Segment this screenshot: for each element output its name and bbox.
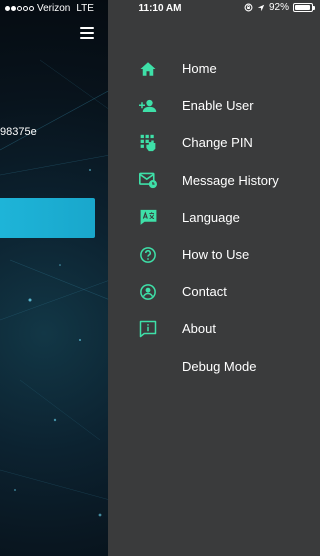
menu-item-contact[interactable]: Contact (108, 273, 320, 310)
screen: 98375e Verizon LTE 11:10 AM 92% Home Ena… (0, 0, 320, 556)
menu-item-label: Contact (182, 284, 227, 300)
rotation-lock-icon (244, 3, 253, 12)
language-icon (138, 207, 158, 227)
menu-item-message-history[interactable]: Message History (108, 162, 320, 199)
device-id-text: 98375e (0, 126, 37, 138)
hamburger-menu-icon[interactable] (80, 27, 94, 39)
menu-item-enable-user[interactable]: Enable User (108, 87, 320, 124)
add-user-icon (138, 96, 158, 116)
home-icon (138, 59, 158, 79)
status-right: 92% (244, 2, 315, 13)
battery-percent: 92% (268, 2, 289, 13)
info-icon (138, 319, 158, 339)
drawer-menu: Home Enable User Change PIN Message Hist… (108, 50, 320, 385)
message-history-icon (138, 170, 158, 190)
background-app: 98375e (0, 0, 110, 556)
keypad-icon (138, 133, 158, 153)
menu-item-label: Enable User (182, 98, 254, 114)
menu-item-change-pin[interactable]: Change PIN (108, 124, 320, 161)
menu-item-debug-mode[interactable]: Debug Mode (108, 348, 320, 385)
menu-item-how-to-use[interactable]: How to Use (108, 236, 320, 273)
background-network-pattern (0, 59, 110, 517)
menu-item-label: Home (182, 61, 217, 77)
menu-item-about[interactable]: About (108, 310, 320, 347)
menu-item-label: About (182, 321, 216, 337)
menu-item-home[interactable]: Home (108, 50, 320, 87)
menu-item-label: How to Use (182, 247, 250, 263)
status-bar: Verizon LTE 11:10 AM 92% (0, 0, 320, 18)
help-icon (138, 245, 158, 265)
menu-item-label: Debug Mode (182, 358, 257, 374)
primary-action-button[interactable] (0, 198, 95, 238)
contact-icon (138, 282, 158, 302)
menu-item-language[interactable]: Language (108, 199, 320, 236)
menu-item-label: Change PIN (182, 135, 253, 151)
menu-item-label: Language (182, 209, 240, 225)
battery-icon (293, 3, 315, 12)
location-arrow-icon (257, 4, 265, 11)
menu-item-label: Message History (182, 172, 279, 188)
navigation-drawer: Home Enable User Change PIN Message Hist… (108, 0, 320, 556)
